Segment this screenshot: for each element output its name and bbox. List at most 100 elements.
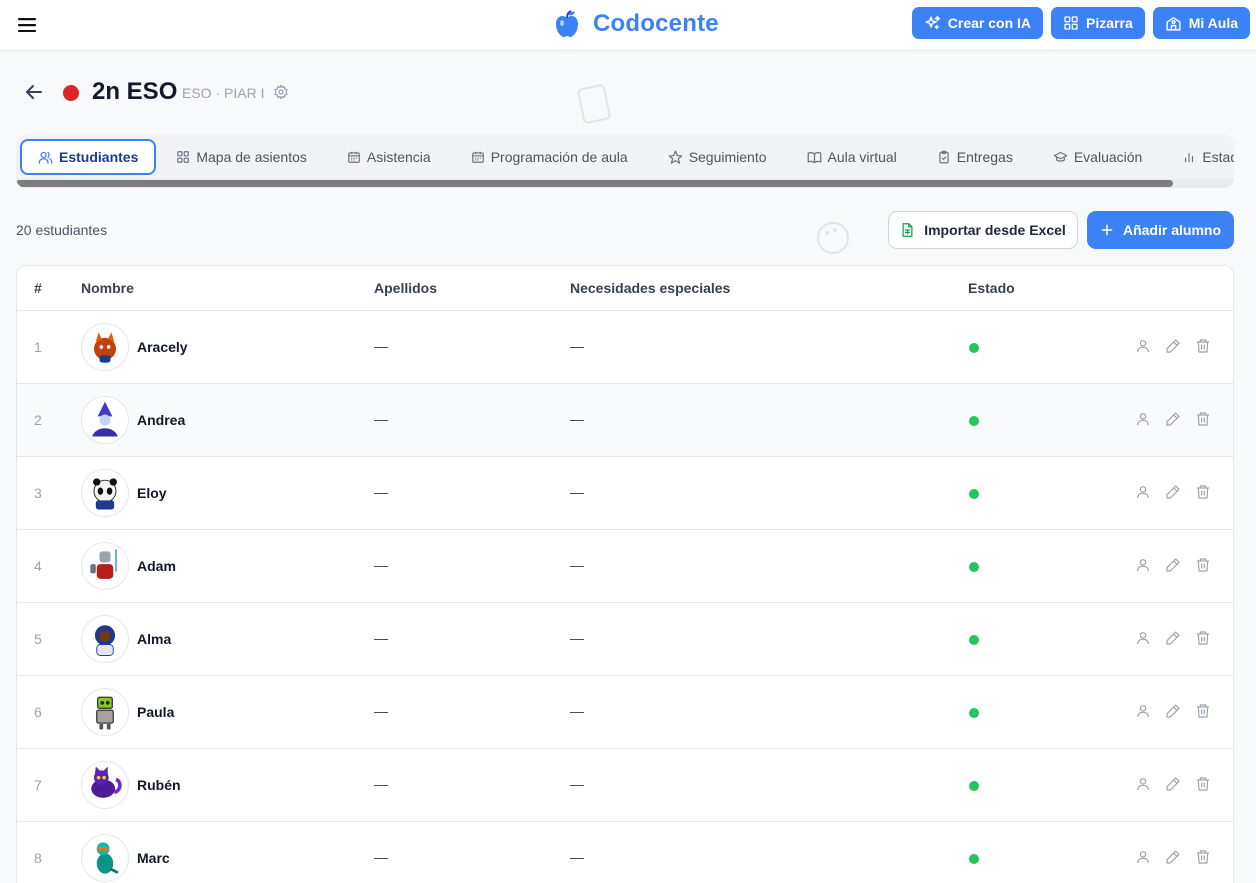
import-excel-button[interactable]: Importar desde Excel <box>888 211 1078 249</box>
students-table: # Nombre Apellidos Necesidades especiale… <box>16 265 1234 883</box>
my-classroom-button[interactable]: Mi Aula <box>1152 7 1250 39</box>
table-row[interactable]: 8 Marc — — <box>17 822 1233 883</box>
student-surnames: — <box>374 776 388 792</box>
student-surnames: — <box>374 849 388 865</box>
hamburger-menu-button[interactable] <box>14 12 40 38</box>
delete-button[interactable] <box>1195 776 1211 792</box>
row-number: 8 <box>34 850 42 866</box>
top-bar: Codocente Crear con IA Pizarra Mi Aula <box>0 0 1256 51</box>
status-active-dot <box>969 708 979 718</box>
student-avatar[interactable] <box>81 396 129 444</box>
student-avatar[interactable] <box>81 834 129 882</box>
delete-button[interactable] <box>1195 703 1211 719</box>
delete-button[interactable] <box>1195 411 1211 427</box>
tab-programacion-de-aula[interactable]: Programación de aula <box>451 139 648 175</box>
tab-estudiantes[interactable]: Estudiantes <box>20 139 157 175</box>
student-special-needs: — <box>570 411 584 427</box>
table-row[interactable]: 6 Paula — — <box>17 676 1233 749</box>
table-row[interactable]: 2 Andrea — — <box>17 384 1233 457</box>
row-actions <box>1135 557 1211 573</box>
row-number: 6 <box>34 704 42 720</box>
table-row[interactable]: 4 Adam — — <box>17 530 1233 603</box>
delete-button[interactable] <box>1195 484 1211 500</box>
student-name: Andrea <box>137 412 186 428</box>
view-profile-button[interactable] <box>1135 703 1151 719</box>
student-avatar[interactable] <box>81 323 129 371</box>
graduation-cap-icon <box>1053 151 1068 162</box>
delete-button[interactable] <box>1195 338 1211 354</box>
student-special-needs: — <box>570 849 584 865</box>
row-actions <box>1135 630 1211 646</box>
student-special-needs: — <box>570 776 584 792</box>
student-avatar[interactable] <box>81 542 129 590</box>
pencil-icon <box>1166 704 1180 718</box>
student-name: Adam <box>137 558 176 574</box>
view-profile-button[interactable] <box>1135 630 1151 646</box>
apple-logo-icon <box>556 10 578 37</box>
edit-button[interactable] <box>1165 411 1181 427</box>
create-with-ai-button[interactable]: Crear con IA <box>911 7 1044 39</box>
edit-button[interactable] <box>1165 484 1181 500</box>
student-name: Aracely <box>137 339 188 355</box>
delete-button[interactable] <box>1195 630 1211 646</box>
tabs-scrollbar[interactable] <box>16 179 1234 188</box>
status-active-dot <box>969 416 979 426</box>
tab-label: Evaluación <box>1073 149 1143 165</box>
fox-avatar-icon <box>94 332 116 363</box>
view-profile-button[interactable] <box>1135 776 1151 792</box>
student-avatar[interactable] <box>81 761 129 809</box>
edit-button[interactable] <box>1165 630 1181 646</box>
row-actions <box>1135 484 1211 500</box>
back-button[interactable] <box>22 80 46 104</box>
tab-entregas[interactable]: Entregas <box>917 139 1033 175</box>
student-surnames: — <box>374 630 388 646</box>
tab-aula-virtual[interactable]: Aula virtual <box>787 139 917 175</box>
add-student-button[interactable]: Añadir alumno <box>1087 211 1234 249</box>
column-header-special-needs: Necesidades especiales <box>570 280 731 296</box>
tab-estadisticas[interactable]: Estad <box>1162 139 1234 175</box>
table-row[interactable]: 7 Rubén — — <box>17 749 1233 822</box>
class-settings-button[interactable] <box>273 84 291 102</box>
tab-seguimiento[interactable]: Seguimiento <box>648 139 787 175</box>
edit-button[interactable] <box>1165 338 1181 354</box>
student-avatar[interactable] <box>81 469 129 517</box>
delete-button[interactable] <box>1195 557 1211 573</box>
edit-button[interactable] <box>1165 849 1181 865</box>
tabs-scrollbar-thumb[interactable] <box>16 180 1173 187</box>
tab-evaluacion[interactable]: Evaluación <box>1033 139 1163 175</box>
view-profile-button[interactable] <box>1135 484 1151 500</box>
column-header-status: Estado <box>968 280 1015 296</box>
robot-avatar-icon <box>96 696 114 730</box>
column-header-name: Nombre <box>81 280 134 296</box>
view-profile-button[interactable] <box>1135 557 1151 573</box>
menu-icon <box>18 18 36 32</box>
tab-mapa-de-asientos[interactable]: Mapa de asientos <box>156 139 327 175</box>
trash-icon <box>1197 850 1209 864</box>
tab-asistencia[interactable]: Asistencia <box>327 139 451 175</box>
wizard-avatar-icon <box>92 401 118 437</box>
palette-doodle-icon <box>817 222 849 254</box>
table-row[interactable]: 5 Alma — — <box>17 603 1233 676</box>
student-avatar[interactable] <box>81 688 129 736</box>
table-row[interactable]: 1 Aracely — — <box>17 311 1233 384</box>
view-profile-button[interactable] <box>1135 338 1151 354</box>
edit-button[interactable] <box>1165 703 1181 719</box>
table-row[interactable]: 3 Eloy — — <box>17 457 1233 530</box>
add-student-label: Añadir alumno <box>1122 222 1221 238</box>
view-profile-button[interactable] <box>1135 849 1151 865</box>
brand[interactable]: Codocente <box>553 8 719 40</box>
class-subtitle: ESO · PIAR I <box>182 85 265 101</box>
trash-icon <box>1197 631 1209 645</box>
student-special-needs: — <box>570 557 584 573</box>
edit-button[interactable] <box>1165 776 1181 792</box>
view-profile-button[interactable] <box>1135 411 1151 427</box>
user-icon <box>1137 413 1149 426</box>
delete-button[interactable] <box>1195 849 1211 865</box>
tab-label: Aula virtual <box>827 149 897 165</box>
tab-label: Entregas <box>956 149 1013 165</box>
whiteboard-button[interactable]: Pizarra <box>1051 7 1145 39</box>
student-avatar[interactable] <box>81 615 129 663</box>
panda-avatar-icon <box>93 478 117 510</box>
edit-button[interactable] <box>1165 557 1181 573</box>
row-number: 7 <box>34 777 42 793</box>
